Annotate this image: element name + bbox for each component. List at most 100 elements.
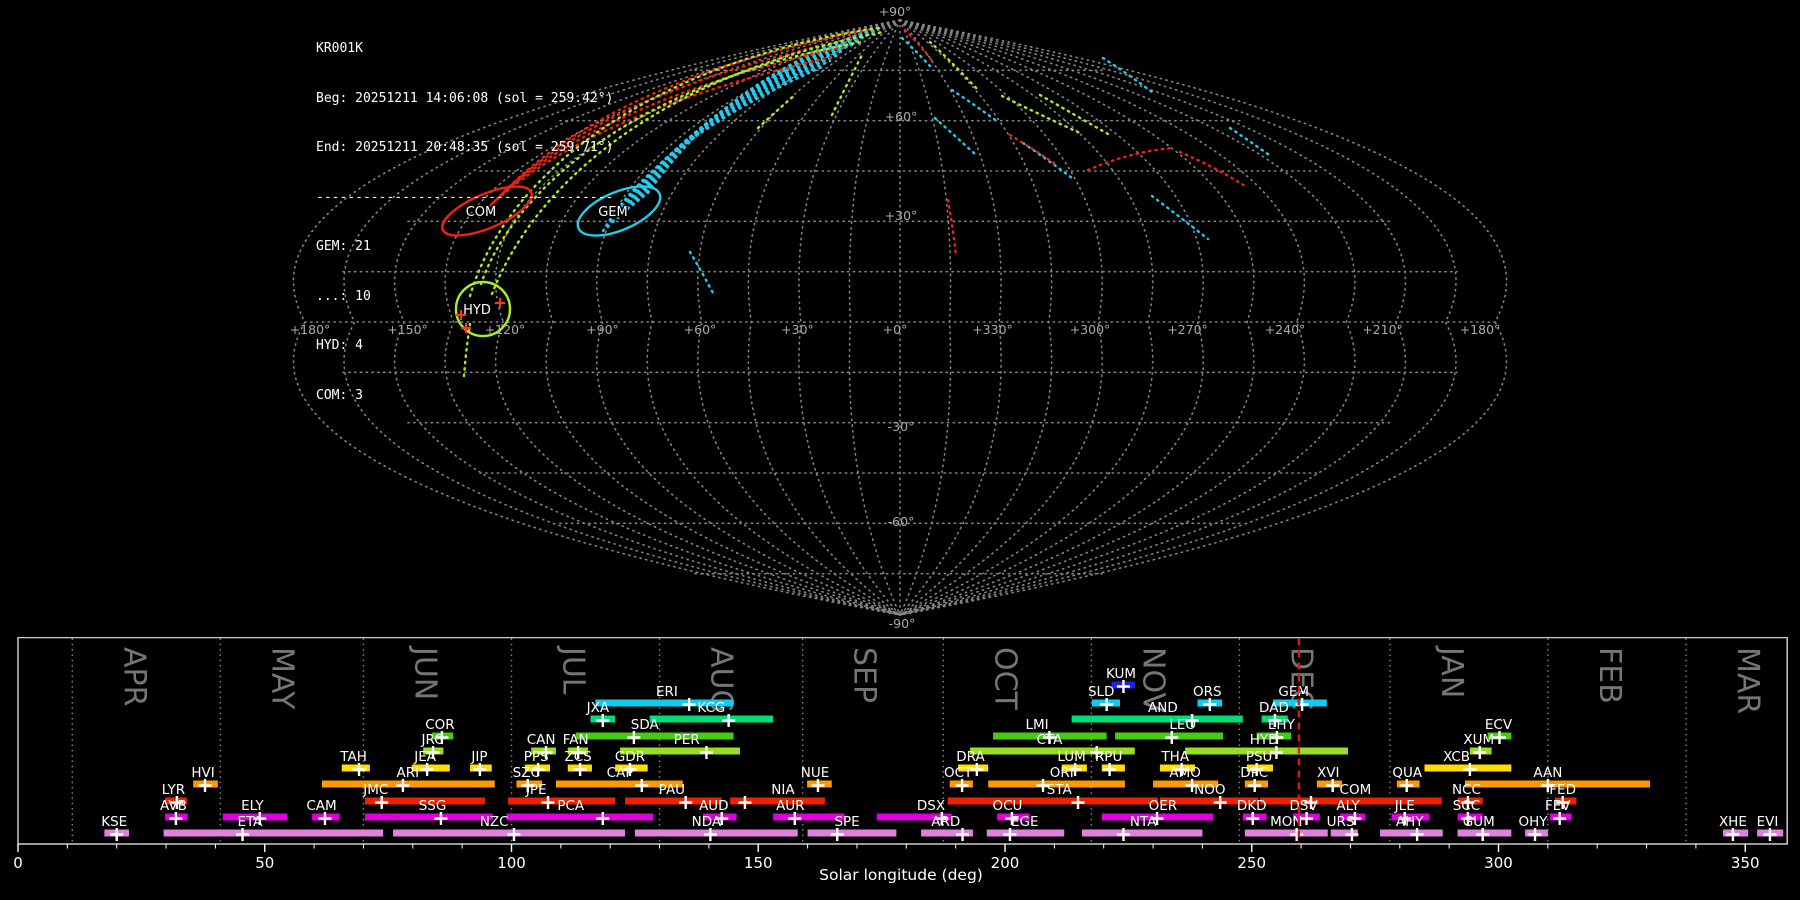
shower-label-JRC: JRC: [420, 732, 443, 748]
shower-label-EHY: EHY: [1268, 717, 1296, 733]
shower-label-LMI: LMI: [1025, 717, 1048, 733]
shower-label-OCT: OCT: [944, 765, 973, 781]
shower-label-AND: AND: [1148, 700, 1178, 716]
x-tick-label-350: 350: [1731, 854, 1760, 872]
lon-label: +330°: [972, 322, 1013, 337]
shower-label-KCG: KCG: [697, 700, 725, 716]
shower-label-ORI: ORI: [1050, 765, 1074, 781]
month-label-JUL: JUL: [556, 645, 591, 695]
shower-label-XVI: XVI: [1317, 765, 1339, 781]
shower-label-ELY: ELY: [241, 798, 264, 814]
shower-label-SLD: SLD: [1088, 684, 1115, 700]
shower-label-DSX: DSX: [917, 798, 945, 814]
meteor-trail: [606, 59, 832, 229]
shower-label-AHY: AHY: [1396, 814, 1424, 830]
shower-label-ZCS: ZCS: [564, 749, 591, 765]
shower-label-COM: COM: [1340, 782, 1372, 798]
meteor-trail: [688, 250, 716, 297]
shower-label-SDA: SDA: [631, 717, 660, 733]
shower-label-RPU: RPU: [1095, 749, 1122, 765]
shower-label-ORS: ORS: [1193, 684, 1222, 700]
shower-bar-KCG: [649, 715, 774, 723]
shower-label-AMO: AMO: [1169, 765, 1201, 781]
shower-label-SCC: SCC: [1453, 798, 1480, 814]
shower-label-NOO: NOO: [1194, 782, 1225, 798]
meteor-trail: [1150, 194, 1210, 241]
count-gem: GEM: 21: [316, 239, 371, 254]
month-label-OCT: OCT: [987, 647, 1022, 711]
lat-label: -60°: [888, 514, 915, 529]
shower-label-PER: PER: [674, 732, 700, 748]
lat-label-plus90: +90°: [879, 4, 912, 19]
shower-label-DRA: DRA: [956, 749, 985, 765]
count-com: COM: 3: [316, 387, 363, 403]
shower-label-GEM: GEM: [1278, 684, 1309, 700]
shower-label-PCA: PCA: [557, 798, 585, 814]
lon-label: +300°: [1070, 322, 1111, 337]
shower-label-OCU: OCU: [992, 798, 1022, 814]
grid-meridian: [899, 19, 1407, 616]
shower-label-JPE: JPE: [525, 782, 547, 798]
session-begin: Beg: 20251211 14:06:08 (sol = 259.42°): [316, 90, 614, 106]
x-tick-label-200: 200: [991, 854, 1020, 872]
x-tick-label-250: 250: [1237, 854, 1266, 872]
station-id: KR001K: [316, 41, 363, 56]
shower-label-SPE: SPE: [834, 814, 859, 830]
lat-label: +30°: [885, 208, 918, 223]
shower-label-ECV: ECV: [1485, 717, 1513, 733]
shower-label-DAD: DAD: [1259, 700, 1289, 716]
month-label-SEP: SEP: [847, 647, 882, 703]
shower-label-STA: STA: [1047, 782, 1073, 798]
shower-label-AUR: AUR: [776, 798, 805, 814]
timeline-plot: APR MAY JUN JUL AUG SEP OCT NOV DEC JAN FEB MARKUME…: [13, 637, 1788, 872]
lon-label: +60°: [684, 322, 717, 337]
shower-label-DSV: DSV: [1289, 798, 1318, 814]
shower-label-HYD: HYD: [1250, 732, 1279, 748]
shower-bar-MON: [1244, 829, 1328, 837]
shower-label-JEA: JEA: [413, 749, 437, 765]
shower-label-PSU: PSU: [1246, 749, 1273, 765]
shower-label-SZC: SZC: [513, 765, 540, 781]
shower-label-KSE: KSE: [101, 814, 127, 830]
meteor-trail: [1228, 126, 1274, 159]
shower-label-THA: THA: [1160, 749, 1189, 765]
shower-label-NDA: NDA: [692, 814, 722, 830]
shower-label-ALY: ALY: [1336, 798, 1360, 814]
shower-label-CAM: CAM: [306, 798, 336, 814]
shower-label-JXA: JXA: [586, 700, 610, 716]
meteor-trail: [1038, 93, 1110, 136]
shower-bar-PCA: [506, 813, 654, 821]
shower-label-ARD: ARD: [931, 814, 960, 830]
shower-label-GDR: GDR: [615, 749, 645, 765]
shower-label-JMC: JMC: [362, 782, 388, 798]
shower-label-FEV: FEV: [1545, 798, 1571, 814]
month-label-FEB: FEB: [1592, 647, 1627, 704]
shower-label-ARI: ARI: [397, 765, 420, 781]
shower-label-AVB: AVB: [160, 798, 187, 814]
shower-label-ERI: ERI: [656, 684, 678, 700]
x-tick-label-150: 150: [744, 854, 773, 872]
shower-label-EVI: EVI: [1757, 814, 1779, 830]
lon-label: +0°: [883, 322, 908, 337]
month-label-APR: APR: [116, 647, 151, 706]
shower-label-XUM: XUM: [1463, 732, 1494, 748]
shower-label-HVI: HVI: [191, 765, 214, 781]
meteor-trail: [933, 116, 977, 156]
meteor-trail: [611, 53, 840, 224]
session-info-block: KR001K Beg: 20251211 14:06:08 (sol = 259…: [316, 8, 613, 421]
shower-label-URS: URS: [1327, 814, 1355, 830]
meteor-trail: [756, 93, 797, 130]
shower-bar-SSG: [364, 813, 493, 821]
grid-meridian: [899, 19, 1255, 616]
lat-label: -30°: [888, 419, 915, 434]
shower-label-LYR: LYR: [162, 782, 185, 798]
shower-label-AAN: AAN: [1533, 765, 1562, 781]
meteor-trail: [1021, 141, 1074, 180]
meteor-trail: [631, 35, 866, 207]
shower-label-COR: COR: [425, 717, 454, 733]
lon-label: +240°: [1265, 322, 1306, 337]
grid-meridian: [899, 19, 1205, 616]
grid-meridian: [646, 19, 901, 616]
lon-label: +30°: [781, 322, 814, 337]
shower-label-FAN: FAN: [563, 732, 589, 748]
